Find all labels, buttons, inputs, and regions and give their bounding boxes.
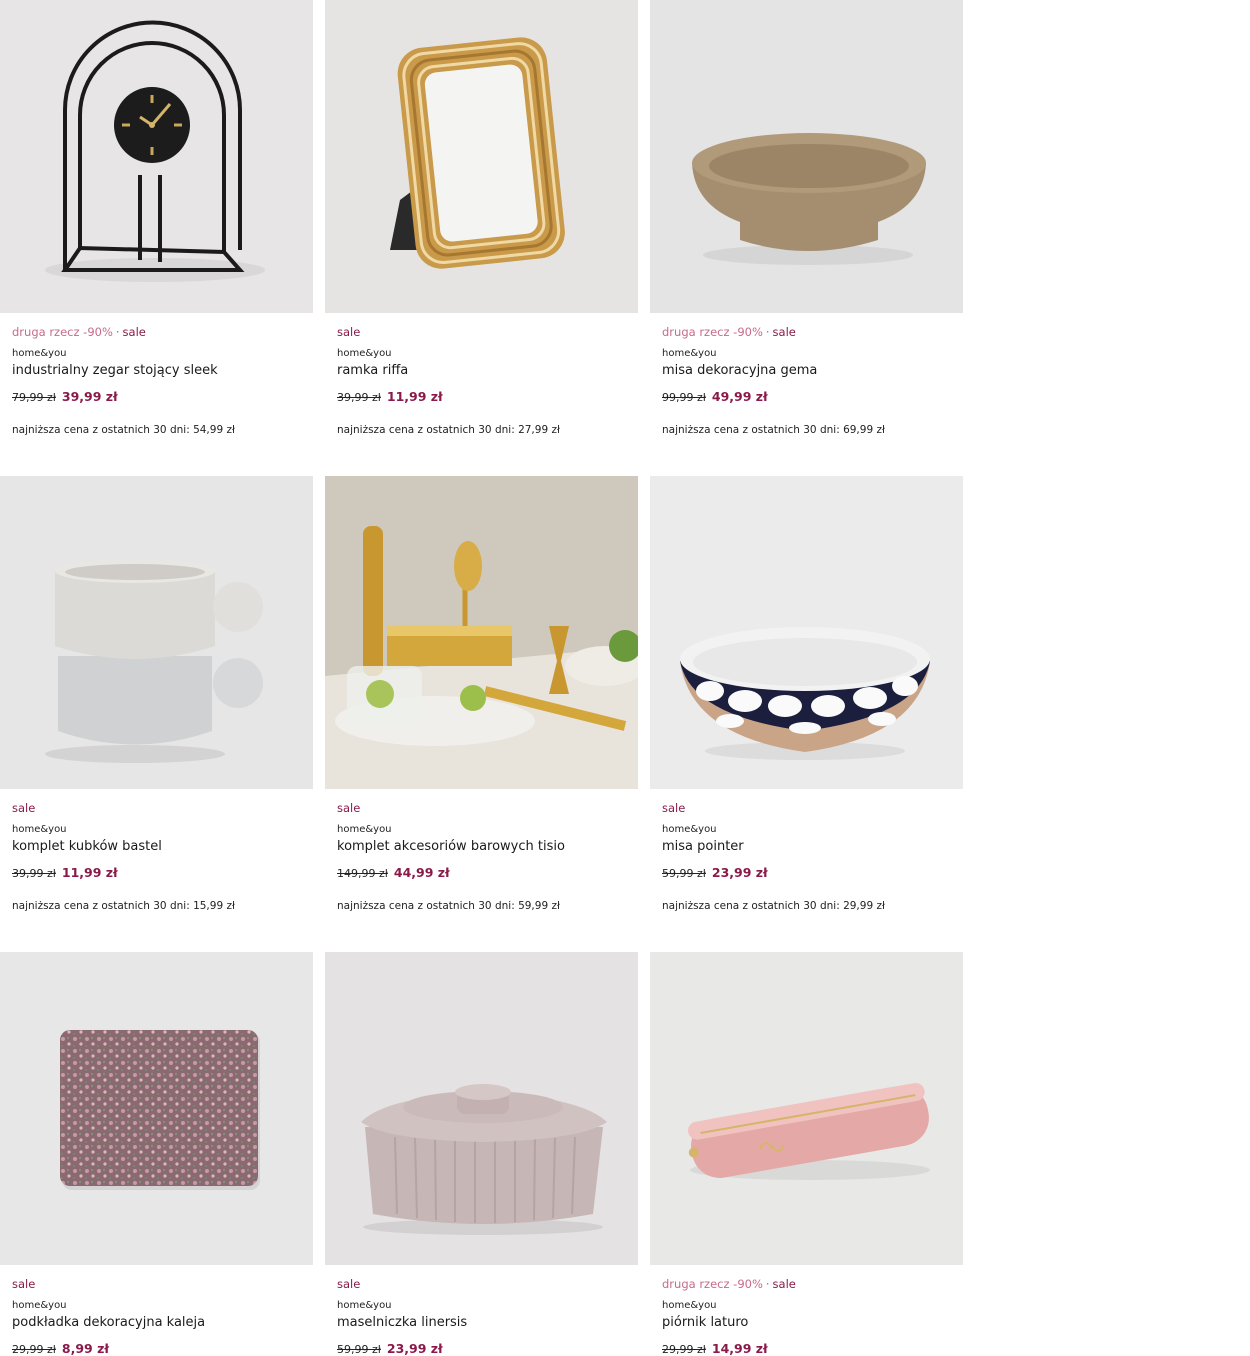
- product-name[interactable]: misa dekoracyjna gema: [662, 363, 817, 378]
- product-brand: home&you: [337, 348, 392, 359]
- lowest-price-note: najniższa cena z ostatnich 30 dni: 59,99…: [337, 900, 560, 912]
- lowest-price-note: najniższa cena z ostatnich 30 dni: 15,99…: [12, 900, 235, 912]
- product-prices: 39,99 zł 11,99 zł: [337, 389, 443, 404]
- lowest-price-note: najniższa cena z ostatnich 30 dni: 29,99…: [662, 900, 885, 912]
- sale-tag: sale: [772, 325, 796, 339]
- product-brand: home&you: [12, 824, 67, 835]
- tag-separator: ·: [765, 325, 770, 339]
- product-image-frame[interactable]: [325, 0, 638, 313]
- product-card[interactable]: sale home&you podkładka dekoracyjna kale…: [0, 952, 313, 1356]
- product-image-bowl[interactable]: [650, 0, 963, 313]
- product-tags: sale: [12, 1277, 35, 1291]
- old-price: 99,99 zł: [662, 391, 706, 404]
- product-card[interactable]: sale home&you komplet akcesoriów barowyc…: [325, 476, 638, 946]
- sale-tag: sale: [337, 801, 361, 815]
- product-name[interactable]: piórnik laturo: [662, 1315, 748, 1330]
- sale-tag: sale: [772, 1277, 796, 1291]
- product-image-bar-set[interactable]: [325, 476, 638, 789]
- product-tags: sale: [12, 801, 35, 815]
- old-price: 39,99 zł: [337, 391, 381, 404]
- product-brand: home&you: [12, 1300, 67, 1311]
- sale-tag: sale: [662, 801, 686, 815]
- product-brand: home&you: [337, 1300, 392, 1311]
- lowest-price-note: najniższa cena z ostatnich 30 dni: 27,99…: [337, 424, 560, 436]
- product-tags: sale: [662, 801, 685, 815]
- product-card[interactable]: sale home&you misa pointer 59,99 zł 23,99…: [650, 476, 963, 946]
- sale-price: 11,99 zł: [386, 389, 443, 404]
- product-prices: 39,99 zł 11,99 zł: [12, 865, 118, 880]
- product-tags: sale: [337, 801, 360, 815]
- product-card[interactable]: sale home&you maselniczka linersis 59,99…: [325, 952, 638, 1356]
- product-image-mugs[interactable]: [0, 476, 313, 789]
- product-brand: home&you: [337, 824, 392, 835]
- product-image-placemat[interactable]: [0, 952, 313, 1265]
- tag-separator: ·: [115, 325, 120, 339]
- product-card[interactable]: sale home&you komplet kubków bastel 39,9…: [0, 476, 313, 946]
- product-prices: 59,99 zł 23,99 zł: [662, 865, 768, 880]
- product-prices: 79,99 zł 39,99 zł: [12, 389, 118, 404]
- product-name[interactable]: komplet akcesoriów barowych tisio: [337, 839, 565, 854]
- product-image-butter-dish[interactable]: [325, 952, 638, 1265]
- product-name[interactable]: misa pointer: [662, 839, 744, 854]
- old-price: 79,99 zł: [12, 391, 56, 404]
- promo-tag: druga rzecz -90%: [662, 1277, 763, 1291]
- sale-price: 11,99 zł: [61, 865, 118, 880]
- product-tags: druga rzecz -90% · sale: [662, 1277, 796, 1291]
- product-tags: druga rzecz -90% · sale: [662, 325, 796, 339]
- old-price: 29,99 zł: [12, 1343, 56, 1356]
- product-card[interactable]: druga rzecz -90% · sale home&you misa deko…: [650, 0, 963, 470]
- product-card[interactable]: sale home&you ramka riffa 39,99 zł 11,99 …: [325, 0, 638, 470]
- product-card[interactable]: druga rzecz -90% · sale home&you piórnik l…: [650, 952, 963, 1356]
- tag-separator: ·: [765, 1277, 770, 1291]
- lowest-price-note: najniższa cena z ostatnich 30 dni: 54,99…: [12, 424, 235, 436]
- old-price: 29,99 zł: [662, 1343, 706, 1356]
- product-brand: home&you: [662, 1300, 717, 1311]
- lowest-price-note: najniższa cena z ostatnich 30 dni: 69,99…: [662, 424, 885, 436]
- sale-tag: sale: [122, 325, 146, 339]
- product-name[interactable]: industrialny zegar stojący sleek: [12, 363, 218, 378]
- product-name[interactable]: ramka riffa: [337, 363, 408, 378]
- sale-tag: sale: [337, 1277, 361, 1291]
- product-tags: druga rzecz -90% · sale: [12, 325, 146, 339]
- sale-tag: sale: [337, 325, 361, 339]
- promo-tag: druga rzecz -90%: [12, 325, 113, 339]
- product-tags: sale: [337, 1277, 360, 1291]
- sale-price: 44,99 zł: [393, 865, 450, 880]
- product-image-pencil-case[interactable]: [650, 952, 963, 1265]
- product-brand: home&you: [12, 348, 67, 359]
- product-image-clock[interactable]: [0, 0, 313, 313]
- product-image-bowl-dots[interactable]: [650, 476, 963, 789]
- old-price: 59,99 zł: [662, 867, 706, 880]
- sale-price: 39,99 zł: [61, 389, 118, 404]
- product-name[interactable]: maselniczka linersis: [337, 1315, 467, 1330]
- old-price: 59,99 zł: [337, 1343, 381, 1356]
- old-price: 149,99 zł: [337, 867, 388, 880]
- sale-price: 49,99 zł: [711, 389, 768, 404]
- sale-price: 23,99 zł: [711, 865, 768, 880]
- product-brand: home&you: [662, 348, 717, 359]
- sale-tag: sale: [12, 801, 36, 815]
- product-name[interactable]: komplet kubków bastel: [12, 839, 162, 854]
- promo-tag: druga rzecz -90%: [662, 325, 763, 339]
- sale-tag: sale: [12, 1277, 36, 1291]
- old-price: 39,99 zł: [12, 867, 56, 880]
- product-brand: home&you: [662, 824, 717, 835]
- product-tags: sale: [337, 325, 360, 339]
- product-card[interactable]: druga rzecz -90% · sale home&you industria…: [0, 0, 313, 470]
- product-name[interactable]: podkładka dekoracyjna kaleja: [12, 1315, 205, 1330]
- product-prices: 99,99 zł 49,99 zł: [662, 389, 768, 404]
- product-prices: 149,99 zł 44,99 zł: [337, 865, 450, 880]
